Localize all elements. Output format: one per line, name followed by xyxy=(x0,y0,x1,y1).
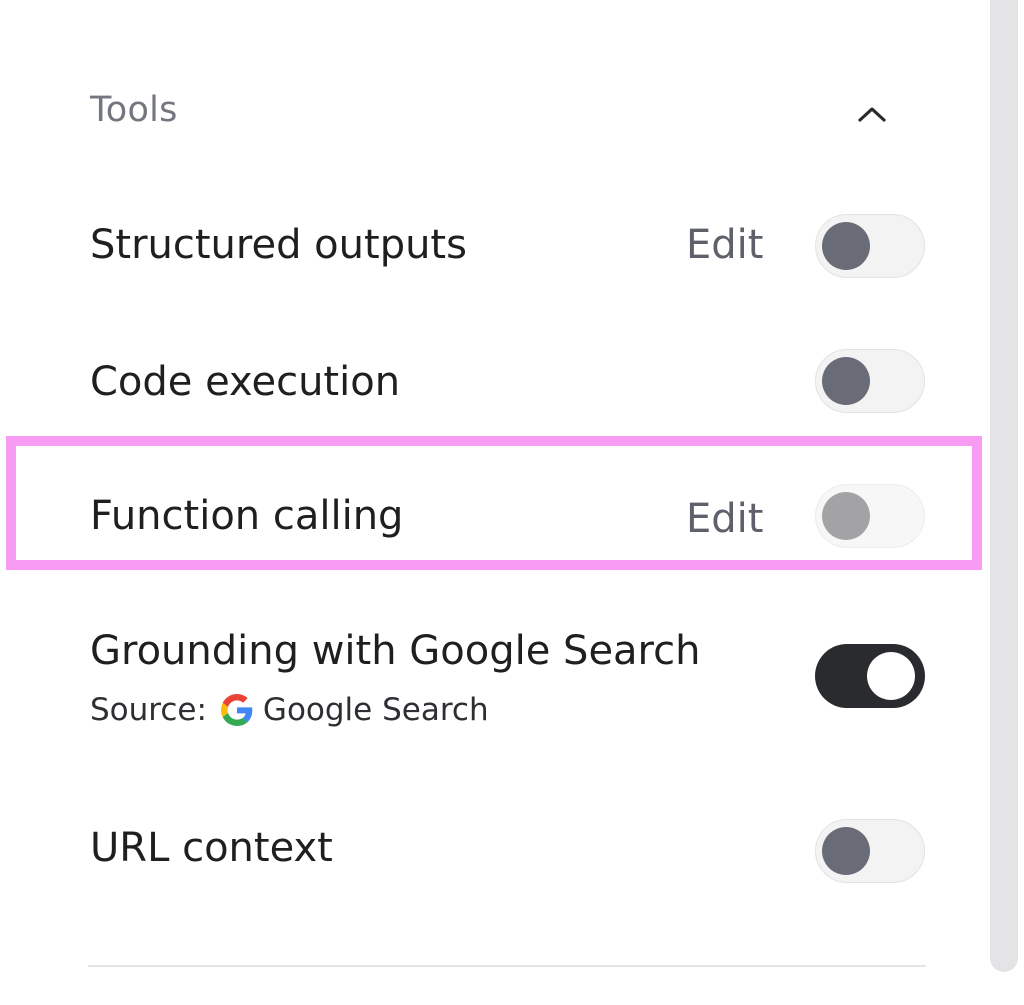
url-context-toggle[interactable] xyxy=(815,819,925,883)
toggle-knob xyxy=(822,827,870,875)
tool-label-url-context: URL context xyxy=(90,825,333,871)
section-title: Tools xyxy=(90,90,178,130)
tool-row-code-execution: Code execution xyxy=(88,345,928,425)
source-label: Source: xyxy=(90,692,207,728)
tool-row-url-context: URL context xyxy=(88,815,928,895)
section-divider xyxy=(88,965,926,967)
function-calling-toggle[interactable] xyxy=(815,484,925,548)
toggle-knob xyxy=(822,222,870,270)
tool-row-grounding: Grounding with Google Search Source: Goo… xyxy=(88,620,928,750)
toggle-knob xyxy=(822,492,870,540)
code-execution-toggle[interactable] xyxy=(815,349,925,413)
google-g-icon xyxy=(220,694,253,726)
toggle-knob xyxy=(822,357,870,405)
tool-label-function-calling: Function calling xyxy=(90,493,404,539)
tool-row-structured-outputs: Structured outputs Edit xyxy=(88,210,928,290)
tool-label-structured-outputs: Structured outputs xyxy=(90,222,467,268)
source-name: Google Search xyxy=(262,692,489,728)
tool-row-function-calling: Function calling Edit xyxy=(88,480,928,560)
function-calling-edit-button[interactable]: Edit xyxy=(686,496,763,542)
structured-outputs-toggle[interactable] xyxy=(815,214,925,278)
grounding-source: Source: Google Search xyxy=(90,692,489,728)
grounding-toggle[interactable] xyxy=(815,644,925,708)
toggle-knob xyxy=(867,652,915,700)
tool-label-grounding: Grounding with Google Search xyxy=(90,628,701,674)
tools-section-header[interactable]: Tools xyxy=(88,84,908,140)
structured-outputs-edit-button[interactable]: Edit xyxy=(686,222,763,268)
tools-panel: Tools Structured outputs Edit Code execu… xyxy=(0,0,1024,1005)
tool-label-code-execution: Code execution xyxy=(90,359,401,405)
chevron-up-icon[interactable] xyxy=(854,96,890,132)
scrollbar[interactable] xyxy=(990,0,1018,972)
